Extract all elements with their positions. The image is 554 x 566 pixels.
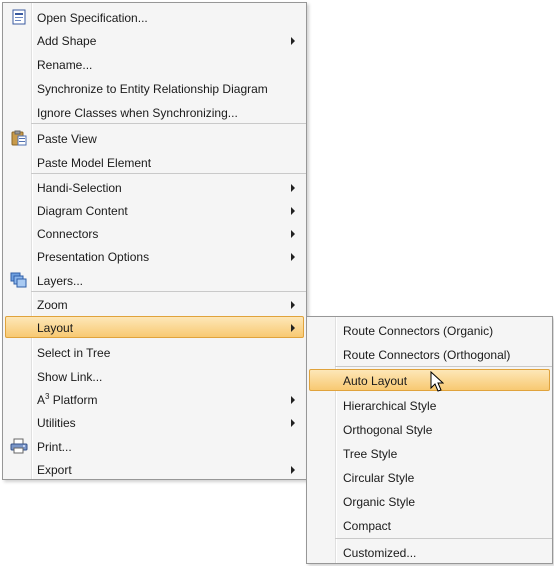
menu-item-select-in-tree[interactable]: Select in Tree [5,341,304,363]
menu-item-label: Customized... [343,546,417,560]
menu-item-add-shape[interactable]: Add Shape [5,29,304,51]
menu-item-label: Compact [343,519,392,533]
submenu-item-compact[interactable]: Compact [309,514,550,536]
menu-item-show-link[interactable]: Show Link... [5,365,304,387]
menu-item-ignore-classes[interactable]: Ignore Classes when Synchronizing... [5,101,304,123]
menu-item-label: Handi-Selection [37,181,122,195]
menu-item-a3-platform[interactable]: A3 Platform [5,388,304,410]
menu-item-label: Orthogonal Style [343,423,433,437]
menu-item-print[interactable]: Print... [5,435,304,457]
menu-item-label: Paste Model Element [37,156,152,170]
menu-item-label: Print... [37,440,72,454]
menu-item-paste-model-element[interactable]: Paste Model Element [5,151,304,173]
submenu-arrow-icon [291,253,295,261]
menu-item-label: Select in Tree [37,346,111,360]
printer-icon [10,438,28,454]
menu-item-connectors[interactable]: Connectors [5,222,304,244]
menu-separator [31,291,306,292]
menu-item-label: Diagram Content [37,204,128,218]
submenu-item-route-connectors-orthogonal[interactable]: Route Connectors (Orthogonal) [309,343,550,365]
menu-item-paste-view[interactable]: Paste View [5,127,304,149]
context-menu: Open Specification... Add Shape Rename..… [2,2,307,480]
submenu-item-auto-layout[interactable]: Auto Layout [309,369,550,392]
menu-item-label: Zoom [37,298,68,312]
menu-item-label: A3 Platform [37,392,97,408]
clipboard-icon [11,130,27,146]
menu-item-rename[interactable]: Rename... [5,53,304,75]
submenu-arrow-icon [291,230,295,238]
submenu-item-hierarchical-style[interactable]: Hierarchical Style [309,394,550,416]
menu-item-open-specification[interactable]: Open Specification... [5,6,304,28]
menu-item-label: Layers... [37,274,84,288]
menu-item-label: Rename... [37,58,93,72]
menu-item-label: Auto Layout [343,374,408,388]
menu-item-handi-selection[interactable]: Handi-Selection [5,176,304,198]
submenu-item-orthogonal-style[interactable]: Orthogonal Style [309,418,550,440]
submenu-arrow-icon [291,396,295,404]
menu-item-label: Hierarchical Style [343,399,437,413]
menu-item-label: Synchronize to Entity Relationship Diagr… [37,82,268,96]
specification-icon [12,9,26,25]
menu-item-presentation-options[interactable]: Presentation Options [5,245,304,267]
menu-item-label: Add Shape [37,34,97,48]
menu-item-diagram-content[interactable]: Diagram Content [5,199,304,221]
submenu-arrow-icon [291,324,295,332]
submenu-arrow-icon [291,184,295,192]
menu-item-synchronize-erd[interactable]: Synchronize to Entity Relationship Diagr… [5,77,304,99]
menu-item-utilities[interactable]: Utilities [5,411,304,433]
menu-item-layout[interactable]: Layout [5,316,304,338]
menu-item-label-rest: Platform [49,393,98,407]
menu-item-label: Route Connectors (Organic) [343,324,494,338]
submenu-arrow-icon [291,301,295,309]
menu-separator [335,538,552,539]
layout-submenu: Route Connectors (Organic) Route Connect… [306,316,553,564]
menu-item-zoom[interactable]: Zoom [5,293,304,315]
menu-separator [31,123,306,124]
menu-item-label: Ignore Classes when Synchronizing... [37,106,238,120]
menu-item-label: Connectors [37,227,99,241]
submenu-item-customized[interactable]: Customized... [309,541,550,563]
menu-item-export[interactable]: Export [5,458,304,480]
menu-item-label: Export [37,463,72,477]
menu-item-label: Tree Style [343,447,398,461]
menu-item-label: Utilities [37,416,76,430]
submenu-item-route-connectors-organic[interactable]: Route Connectors (Organic) [309,319,550,341]
submenu-arrow-icon [291,37,295,45]
submenu-item-tree-style[interactable]: Tree Style [309,442,550,464]
menu-item-label: Presentation Options [37,250,150,264]
menu-separator [335,366,552,367]
submenu-arrow-icon [291,466,295,474]
menu-item-layers[interactable]: Layers... [5,269,304,291]
menu-item-label: Route Connectors (Orthogonal) [343,348,511,362]
submenu-item-circular-style[interactable]: Circular Style [309,466,550,488]
menu-item-label: Layout [37,321,74,335]
mouse-pointer-icon [430,371,444,392]
submenu-arrow-icon [291,419,295,427]
menu-item-label: Organic Style [343,495,416,509]
menu-item-label: Circular Style [343,471,415,485]
menu-item-label: Paste View [37,132,97,146]
layers-icon [10,272,27,288]
menu-item-label: Open Specification... [37,11,148,25]
submenu-arrow-icon [291,207,295,215]
submenu-item-organic-style[interactable]: Organic Style [309,490,550,512]
menu-separator [31,173,306,174]
menu-item-label: Show Link... [37,370,103,384]
menu-item-label-a: A [37,393,46,407]
